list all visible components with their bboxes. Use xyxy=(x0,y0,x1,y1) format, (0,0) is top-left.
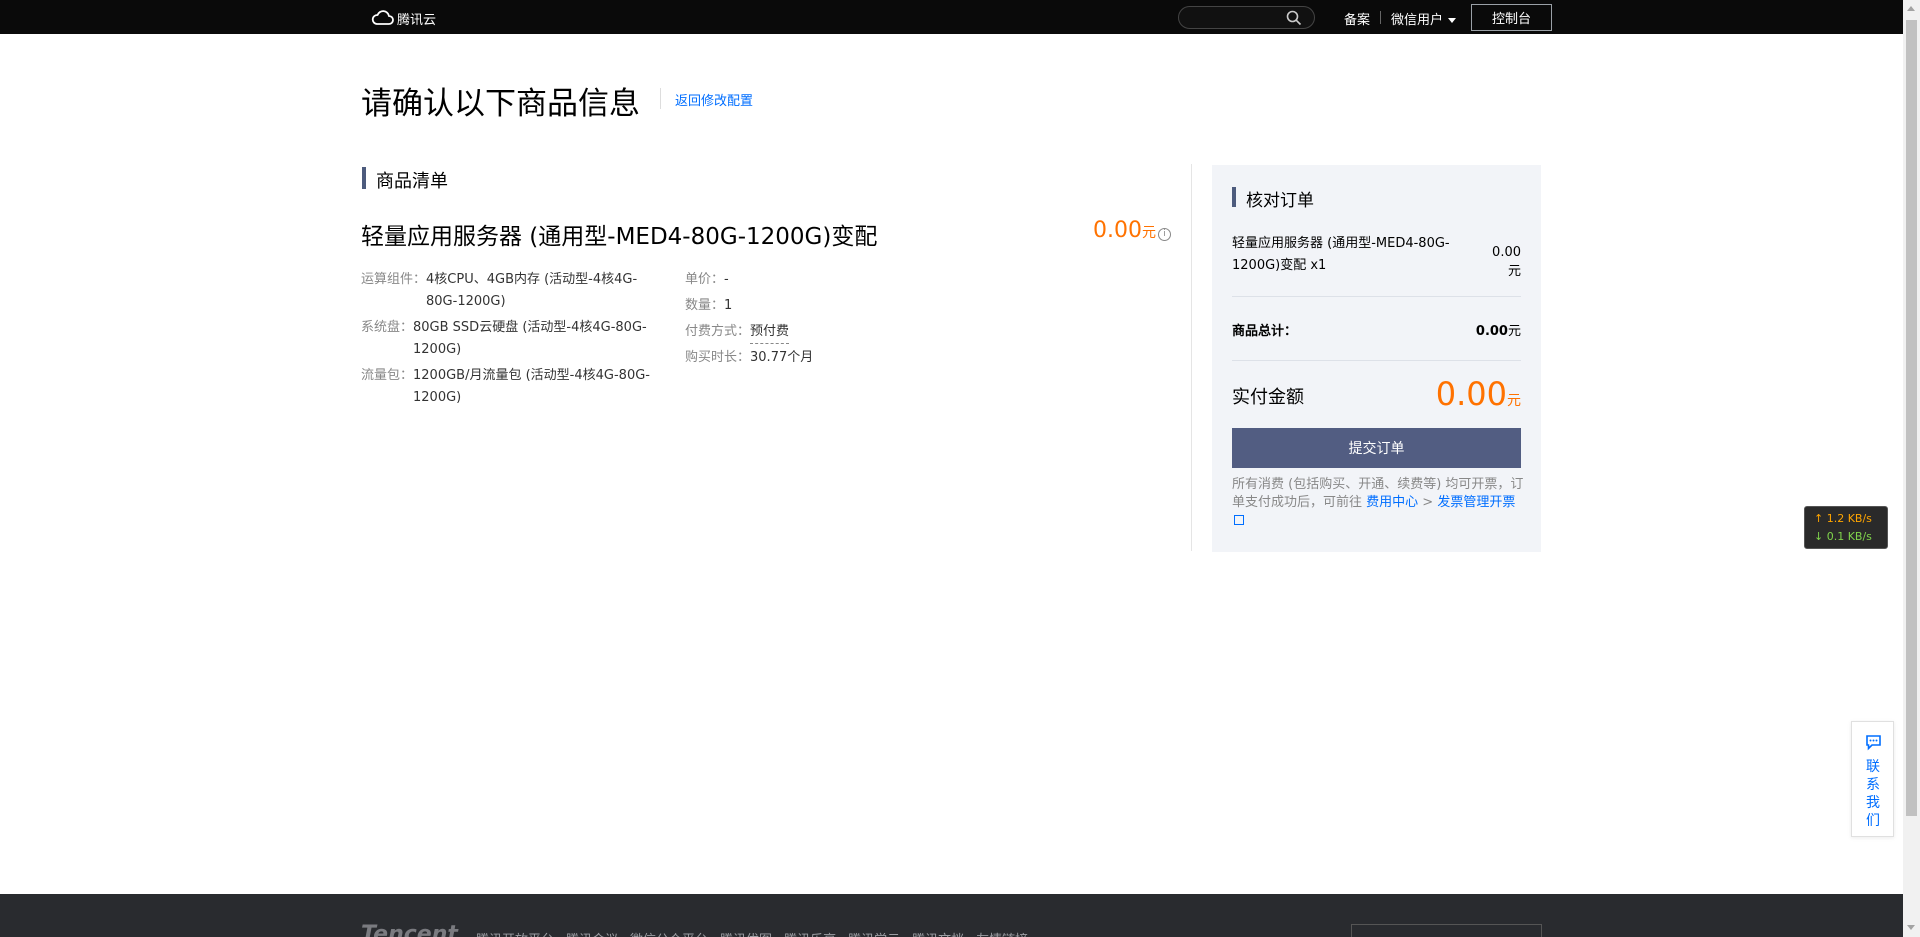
invoice-notice: 所有消费 (包括购买、开通、续费等) 均可开票，订单支付成功后，可前往 费用中心… xyxy=(1232,476,1524,530)
page-title: 请确认以下商品信息 xyxy=(361,86,640,122)
spec-value: - xyxy=(724,272,729,287)
invoice-management-link[interactable]: 发票管理开票 xyxy=(1437,495,1515,510)
total-unit: 元 xyxy=(1507,324,1521,339)
spec-unit-price: 单价： - xyxy=(685,269,729,291)
search-icon[interactable] xyxy=(1286,10,1302,26)
product-price: 0.00元 i xyxy=(1093,218,1171,243)
summary-divider xyxy=(1232,296,1521,297)
spec-label: 购买时长： xyxy=(685,350,751,365)
spec-system-disk: 系统盘： 80GB SSD云硬盘 (活动型-4核4G-80G-1200G) xyxy=(361,317,663,361)
spec-value: 4核CPU、4GB内存 (活动型-4核4G-80G-1200G) xyxy=(426,272,638,309)
order-summary-panel: 核对订单 轻量应用服务器 (通用型-MED4-80G-1200G)变配 x1 0… xyxy=(1212,165,1541,552)
summary-divider xyxy=(1232,360,1521,361)
spec-value: 1 xyxy=(724,298,733,313)
footer-link[interactable]: 腾讯文档 xyxy=(912,929,964,937)
cloud-logo-icon xyxy=(371,10,394,25)
pay-label: 实付金额 xyxy=(1232,387,1304,408)
spec-label: 运算组件： xyxy=(361,272,427,287)
info-icon[interactable]: i xyxy=(1157,228,1171,241)
billing-center-link[interactable]: 费用中心 xyxy=(1366,495,1418,510)
footer-links: 腾讯开放平台 腾讯会议 微信公众平台 腾讯优图 腾讯乐享 腾讯学云 腾讯文档 友… xyxy=(476,929,1028,937)
footer-link[interactable]: 腾讯会议 xyxy=(566,929,618,937)
product-name: 轻量应用服务器 (通用型-MED4-80G-1200G)变配 xyxy=(361,224,878,250)
logo-text: 腾讯云 xyxy=(397,12,437,28)
user-menu[interactable]: 微信用户 xyxy=(1391,9,1457,28)
footer-link[interactable]: 腾讯优图 xyxy=(720,929,772,937)
order-item-price: 0.00元 xyxy=(1492,245,1521,279)
footer: Tencent 腾讯开放平台 腾讯会议 微信公众平台 腾讯优图 腾讯乐享 腾讯学… xyxy=(0,894,1903,937)
spec-label: 流量包： xyxy=(361,368,414,383)
title-divider xyxy=(660,88,661,109)
pay-amount: 0.00元 xyxy=(1372,375,1521,413)
spec-traffic: 流量包： 1200GB/月流量包 (活动型-4核4G-80G-1200G) xyxy=(361,365,663,409)
tencent-cloud-logo[interactable]: 腾讯云 xyxy=(371,8,436,28)
footer-link[interactable]: 腾讯学云 xyxy=(848,929,900,937)
search-input[interactable] xyxy=(1178,6,1315,29)
spec-label: 数量： xyxy=(685,298,725,313)
top-navbar: 腾讯云 备案 微信用户 控制台 xyxy=(0,0,1903,34)
chat-icon xyxy=(1866,735,1881,751)
nav-divider xyxy=(1380,11,1381,24)
contact-us-button[interactable]: 联系我们 xyxy=(1851,721,1894,837)
user-name: 微信用户 xyxy=(1391,13,1444,28)
total-amount: 0.00元 xyxy=(1412,320,1521,339)
spec-value: 80GB SSD云硬盘 (活动型-4核4G-80G-1200G) xyxy=(413,320,647,357)
console-button[interactable]: 控制台 xyxy=(1471,4,1552,31)
beian-link[interactable]: 备案 xyxy=(1344,9,1370,28)
footer-link[interactable]: 友情链接 xyxy=(976,929,1028,937)
spec-label: 付费方式： xyxy=(685,324,751,339)
spec-value: 1200GB/月流量包 (活动型-4核4G-80G-1200G) xyxy=(413,368,650,405)
spec-label: 单价： xyxy=(685,272,725,287)
footer-logo: Tencent xyxy=(361,922,458,937)
spec-label: 系统盘： xyxy=(361,320,414,335)
external-link-icon[interactable] xyxy=(1234,515,1244,525)
contact-us-label: 联系我们 xyxy=(1866,759,1880,829)
submit-order-button[interactable]: 提交订单 xyxy=(1232,428,1521,468)
notice-separator: > xyxy=(1418,495,1438,510)
scroll-up-arrow-icon[interactable] xyxy=(1907,6,1915,11)
spec-duration: 购买时长： 30.77个月 xyxy=(685,347,813,369)
spec-quantity: 数量： 1 xyxy=(685,295,732,317)
product-price-unit: 元 xyxy=(1141,225,1156,241)
spec-compute: 运算组件： 4核CPU、4GB内存 (活动型-4核4G-80G-1200G) xyxy=(361,269,663,313)
section-marker xyxy=(1232,187,1236,207)
scrollbar-thumb[interactable] xyxy=(1906,20,1917,816)
footer-link[interactable]: 腾讯开放平台 xyxy=(476,929,554,937)
column-divider xyxy=(1191,164,1192,551)
footer-link[interactable]: 微信公众平台 xyxy=(630,929,708,937)
spec-value: 30.77个月 xyxy=(750,350,814,365)
scroll-down-arrow-icon[interactable] xyxy=(1907,925,1915,930)
product-price-value: 0.00 xyxy=(1093,218,1142,243)
upload-speed: ↑ 1.2 KB/s xyxy=(1814,512,1872,525)
network-speed-widget: ↑ 1.2 KB/s ↓ 0.1 KB/s xyxy=(1804,506,1888,549)
footer-select[interactable] xyxy=(1351,924,1542,937)
total-value: 0.00 xyxy=(1475,324,1508,339)
footer-link[interactable]: 腾讯乐享 xyxy=(784,929,836,937)
chevron-down-icon xyxy=(1448,18,1457,23)
spec-value[interactable]: 预付费 xyxy=(750,321,790,344)
spec-payment-method: 付费方式： 预付费 xyxy=(685,321,790,344)
order-summary-title: 核对订单 xyxy=(1246,191,1314,211)
pay-unit: 元 xyxy=(1507,393,1521,409)
order-item-name: 轻量应用服务器 (通用型-MED4-80G-1200G)变配 x1 xyxy=(1232,236,1450,273)
section-marker xyxy=(362,167,366,189)
total-label: 商品总计： xyxy=(1232,324,1298,339)
download-speed: ↓ 0.1 KB/s xyxy=(1814,530,1872,543)
back-to-config-link[interactable]: 返回修改配置 xyxy=(675,90,753,109)
goods-section-title: 商品清单 xyxy=(376,171,448,192)
pay-value: 0.00 xyxy=(1435,375,1507,413)
